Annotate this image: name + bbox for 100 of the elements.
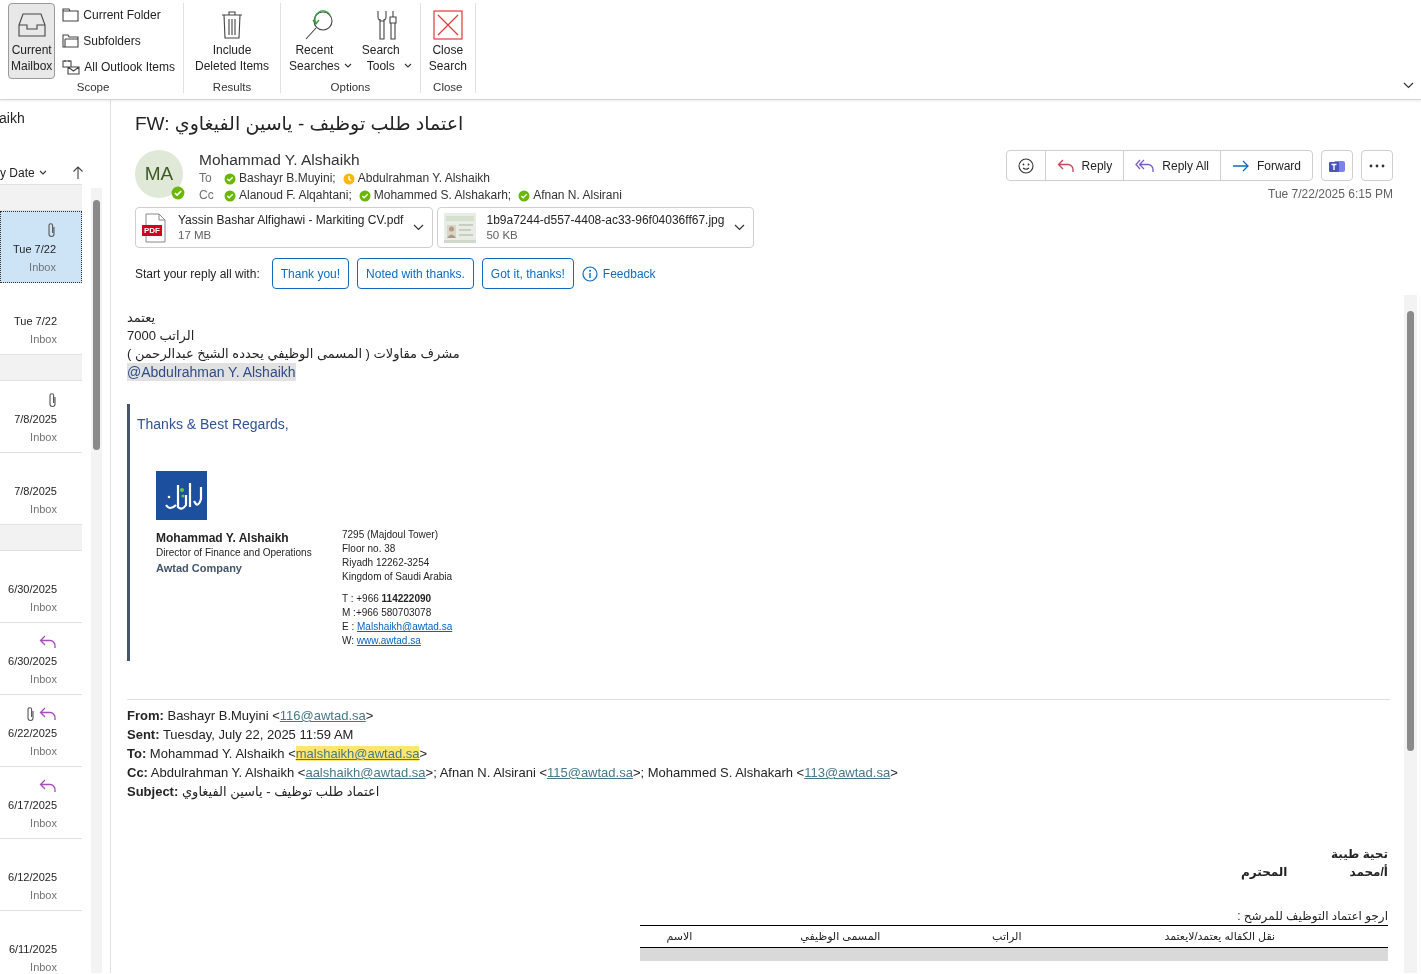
message-date: 6/22/2025 xyxy=(8,726,57,741)
message-item[interactable]: 6/30/2025 Inbox xyxy=(0,551,82,623)
header-line: From: Bashayr B.Muyini <116@awtad.sa> xyxy=(127,707,375,725)
folder-name: Inbox xyxy=(30,502,57,517)
group-label: Scope xyxy=(75,80,111,95)
email-link[interactable]: 113@awtad.sa xyxy=(804,765,891,780)
ribbon-button[interactable]: Close Search xyxy=(425,3,470,79)
body-text: الراتب 7000 xyxy=(127,327,196,345)
action-button[interactable]: Reply All xyxy=(1123,151,1220,180)
group-label: Results xyxy=(211,80,253,95)
message-item[interactable]: 7/8/2025 Inbox xyxy=(0,381,82,453)
ribbon-button[interactable]: Search Tools xyxy=(358,3,415,79)
email-link[interactable]: 116@awtad.sa xyxy=(279,708,366,723)
suggested-reply-button[interactable]: Noted with thanks. xyxy=(357,258,474,289)
more-icon xyxy=(1369,163,1385,168)
address-line: Floor no. 38 xyxy=(342,542,397,556)
address-line: 7295 (Majdoul Tower) xyxy=(342,528,439,542)
smiley-icon xyxy=(1017,157,1034,174)
column-header: نقل الكفاله يعتمد/لايعتمد xyxy=(1051,925,1388,947)
folder-name: Inbox xyxy=(30,332,57,347)
email-link[interactable]: www.awtad.sa xyxy=(356,635,421,646)
file-size: 50 KB xyxy=(486,228,519,243)
forward-icon xyxy=(1232,159,1250,172)
folder-name: Inbox xyxy=(30,816,57,831)
info-icon xyxy=(581,265,598,282)
body-text: يعتمد xyxy=(127,309,157,327)
attachment-card[interactable]: 1b9a7244-d557-4408-ac33-96f04036ff67.jpg 50 KB xyxy=(437,207,755,248)
scrollbar[interactable] xyxy=(1404,295,1417,973)
addressee-text: أ/محمد xyxy=(1349,863,1388,881)
message-date: 6/30/2025 xyxy=(8,654,57,669)
folder-name: Inbox xyxy=(30,430,57,445)
contact-line: W: www.awtad.sa xyxy=(342,634,422,648)
teams-button[interactable] xyxy=(1321,150,1353,181)
contact-line: M :+966 580703078 xyxy=(342,606,433,620)
greeting-text: تحية طيبة xyxy=(1329,846,1388,863)
attachment-card[interactable]: PDF Yassin Bashar Alfighawi - Markiting CV.pdf 17 MB xyxy=(135,207,434,248)
calendar-envelope-icon xyxy=(62,59,81,75)
recipient-label: Cc xyxy=(199,187,215,204)
recipient-name[interactable]: Mohammed S. Alshakarh; xyxy=(373,187,512,204)
email-link[interactable]: 115@awtad.sa xyxy=(546,765,633,780)
email-link[interactable]: aalshaikh@awtad.sa xyxy=(305,765,426,780)
ribbon-button[interactable]: Subfolders xyxy=(59,29,179,53)
avatar-initials: MA xyxy=(144,161,174,186)
company-logo xyxy=(156,471,207,520)
trash-icon xyxy=(220,10,245,40)
group-label: Options xyxy=(329,80,372,95)
scrollbar[interactable] xyxy=(91,188,102,973)
reply-icon xyxy=(1056,158,1075,173)
recipient-name[interactable]: Afnan N. Alsirani xyxy=(533,187,622,204)
group-label: Close xyxy=(432,80,464,95)
message-item[interactable]: 6/30/2025 Inbox xyxy=(0,623,82,695)
chevron-down-icon[interactable] xyxy=(413,224,425,231)
email-subject: FW: اعتماد طلب توظيف - ياسين الفيغاوي xyxy=(135,112,465,137)
contact-line: T : +966 114222090 xyxy=(342,592,433,606)
request-text: ارجو اعتماد التوظيف للمرشح : xyxy=(1236,908,1388,925)
ribbon-button[interactable]: Recent Searches xyxy=(286,3,355,79)
ribbon-button[interactable]: Current Mailbox xyxy=(8,3,56,79)
email-link[interactable]: Malshaikh@awtad.sa xyxy=(357,621,453,632)
inbox-tray-icon xyxy=(15,11,48,39)
message-item[interactable]: 6/12/2025 Inbox xyxy=(0,839,82,911)
sender-name[interactable]: Mohammad Y. Alshaikh xyxy=(199,150,1006,170)
recipient-name[interactable]: Abdulrahman Y. Alshaikh xyxy=(357,170,491,187)
message-item[interactable]: 6/17/2025 Inbox xyxy=(0,767,82,839)
closing-text: Thanks & Best Regards, xyxy=(137,415,290,434)
folders-icon xyxy=(62,34,80,48)
ribbon-button[interactable]: All Outlook Items xyxy=(59,55,179,79)
caret-icon xyxy=(38,170,47,176)
action-button[interactable]: Forward xyxy=(1220,151,1312,180)
folder-name: Inbox xyxy=(30,960,57,973)
ribbon-button[interactable]: Current Folder xyxy=(59,3,179,27)
mention-tag[interactable]: @Abdulrahman Y. Alshaikh xyxy=(127,363,296,381)
sort-direction-icon[interactable] xyxy=(72,166,84,180)
file-name: 1b9a7244-d557-4408-ac33-96f04036ff67.jpg xyxy=(486,212,725,228)
message-item[interactable]: 6/11/2025 Inbox xyxy=(0,911,82,973)
file-size: 17 MB xyxy=(178,228,213,243)
sort-dropdown[interactable]: y Date xyxy=(0,164,47,182)
ribbon-button[interactable]: Include Deleted Items xyxy=(189,3,276,79)
message-date: 6/30/2025 xyxy=(8,582,57,597)
folder-icon xyxy=(62,8,80,22)
message-date: 6/11/2025 xyxy=(8,942,57,957)
suggested-reply-button[interactable]: Got it, thanks! xyxy=(481,258,574,289)
recipient-label: To xyxy=(199,170,213,187)
company-name: Awtad Company xyxy=(156,561,243,576)
recipient-name[interactable]: Bashayr B.Muyini; xyxy=(239,170,336,187)
action-button[interactable]: Reply xyxy=(1044,151,1124,180)
message-item[interactable]: 6/22/2025 Inbox xyxy=(0,695,82,767)
feedback-link[interactable]: Feedback xyxy=(581,264,656,283)
folder-name: Inbox xyxy=(30,600,57,615)
received-date: Tue 7/22/2025 6:15 PM xyxy=(1268,186,1393,203)
list-title: aikh xyxy=(0,109,26,128)
address-line: Kingdom of Saudi Arabia xyxy=(342,570,453,584)
recipient-name[interactable]: Alanoud F. Alqahtani; xyxy=(239,187,352,204)
suggested-reply-button[interactable]: Thank you! xyxy=(271,258,350,289)
column-header: المسمى الوظيفي xyxy=(718,925,963,947)
message-item[interactable]: Tue 7/22 Inbox xyxy=(0,211,82,283)
contact-line: E : Malshaikh@awtad.sa xyxy=(342,620,453,634)
signature-name: Mohammad Y. Alshaikh xyxy=(156,530,290,546)
chevron-down-icon[interactable] xyxy=(734,224,746,231)
collapse-ribbon-icon[interactable] xyxy=(1403,82,1414,89)
file-name: Yassin Bashar Alfighawi - Markiting CV.pdf xyxy=(178,212,404,228)
